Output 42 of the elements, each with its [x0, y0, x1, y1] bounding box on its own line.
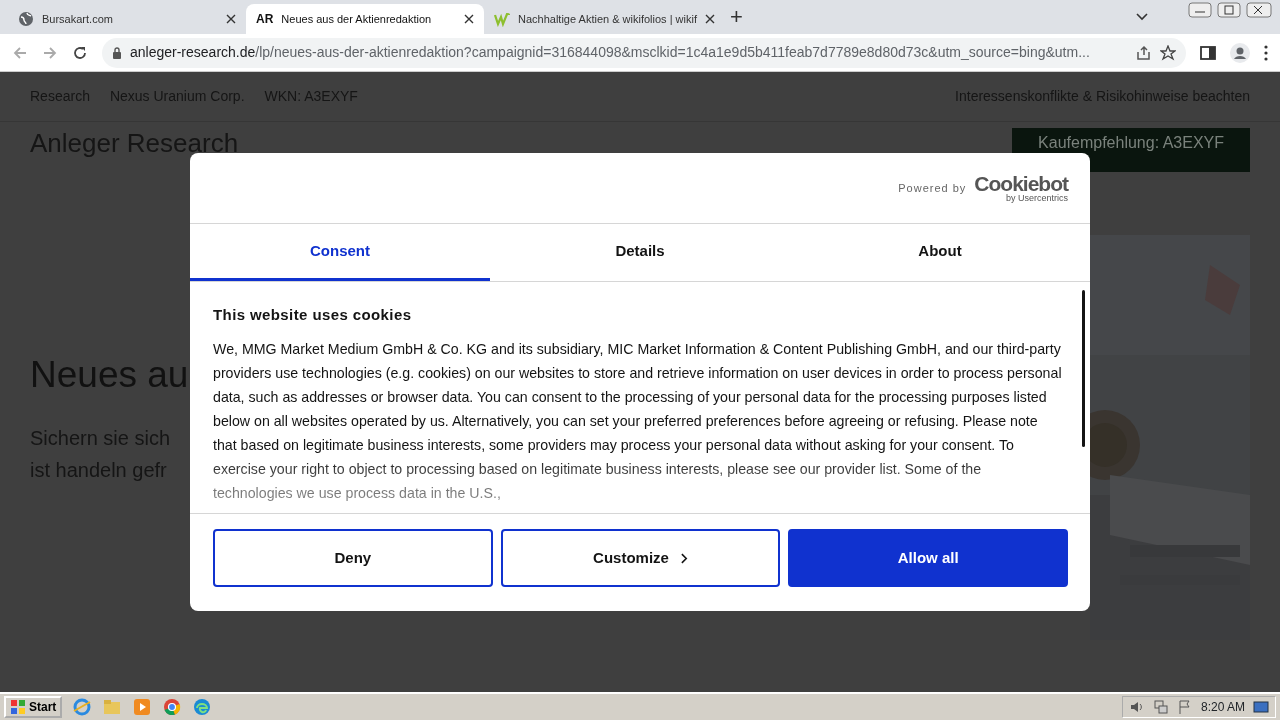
globe-icon: [18, 11, 34, 27]
new-tab-button[interactable]: +: [730, 6, 743, 28]
side-panel-icon[interactable]: [1200, 44, 1216, 61]
desktop-icon[interactable]: [1253, 699, 1269, 715]
cookiebot-subtitle: by Usercentrics: [1006, 194, 1068, 203]
profile-icon[interactable]: [1230, 42, 1250, 63]
chrome-icon[interactable]: [162, 697, 183, 717]
chevron-right-icon: [680, 552, 688, 564]
close-icon[interactable]: [464, 14, 474, 24]
flag-icon[interactable]: [1176, 699, 1193, 715]
close-icon[interactable]: [704, 14, 715, 24]
dialog-tab[interactable]: Consent: [190, 224, 490, 281]
close-icon[interactable]: [226, 14, 236, 24]
powered-by-text: Powered by: [898, 180, 967, 196]
network-icon[interactable]: [1152, 699, 1169, 715]
url-text: anleger-research.de/lp/neues-aus-der-aktienredaktion?campaignid=316844098&msclkid=1c4a1e9d5b411feab7d7789e8d80d73c&utm_source=bing&utm...: [130, 43, 1091, 62]
dialog-title: This website uses cookies: [213, 305, 413, 325]
media-player-icon[interactable]: [132, 697, 153, 717]
browser-tab[interactable]: Nachhaltige Aktien & wikifolios | wikif: [484, 4, 722, 34]
customize-button[interactable]: Customize: [500, 529, 781, 587]
browser-tab[interactable]: AR Neues aus der Aktienredaktion: [246, 4, 484, 34]
windows-logo-icon: [10, 699, 26, 715]
chevron-down-icon[interactable]: [1136, 13, 1148, 21]
clock-text: 8:20 AM: [1200, 699, 1245, 716]
favicon-text: AR: [256, 11, 274, 28]
scrollbar-thumb[interactable]: [1082, 290, 1085, 447]
reload-icon[interactable]: [72, 44, 88, 61]
more-icon[interactable]: [1264, 44, 1268, 61]
dialog-tab[interactable]: Details: [490, 224, 790, 281]
share-icon[interactable]: [1136, 44, 1152, 61]
cookiebot-logo: Cookiebot: [974, 173, 1068, 194]
consent-text: We, MMG Market Medium GmbH & Co. KG and its subsidiary, MIC Market Information & Content Publishing GmbH, and our third-party providers use technologies (e.g. cookies) on our websites to store and retrieve information on user devices in order to process personal data, such as addresses or browser data. You can consent to the processing of your personal data for the processing purposes listed below on all websites operated by us. Alternatively, you can set your preferred preferences before agreeing or refusing. Please note that based on legitimate business interests, some providers may process your personal data without asking for your consent. To exercise your right to object to processing based on legitimate business interests, please see our provider list. Some of the technologies we use process data in the U.S.,: [213, 339, 1063, 503]
window-controls-icon[interactable]: [1188, 2, 1272, 18]
start-button[interactable]: Start: [4, 696, 63, 718]
speaker-icon[interactable]: [1128, 699, 1145, 715]
address-bar[interactable]: anleger-research.de/lp/neues-aus-der-aktienredaktion?campaignid=316844098&msclkid=1c4a1e9d5b411feab7d7789e8d80d73c&utm_source=bing&utm...: [102, 37, 1186, 68]
star-icon[interactable]: [1160, 44, 1176, 61]
deny-button[interactable]: Deny: [213, 529, 493, 587]
browser-tab[interactable]: Bursakart.com: [8, 4, 246, 34]
allow-all-button[interactable]: Allow all: [788, 529, 1068, 587]
lock-icon: [112, 46, 122, 59]
dialog-tab[interactable]: About: [790, 224, 1090, 281]
